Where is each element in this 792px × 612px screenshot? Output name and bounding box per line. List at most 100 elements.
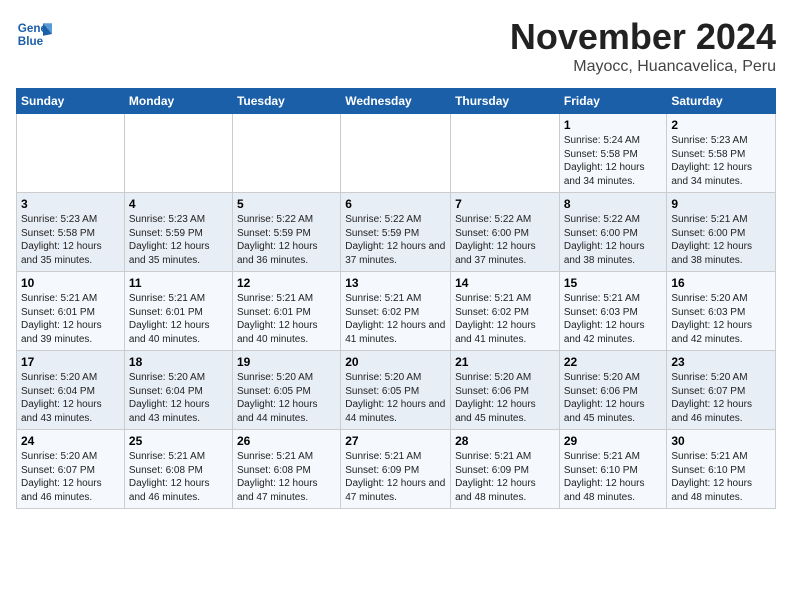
day-number: 10 [21,276,120,290]
day-info: Sunrise: 5:24 AM Sunset: 5:58 PM Dayligh… [564,134,663,188]
day-number: 1 [564,118,663,132]
day-number: 22 [564,355,663,369]
day-number: 8 [564,197,663,211]
weekday-header-sunday: Sunday [17,89,125,114]
calendar-cell: 14 Sunrise: 5:21 AM Sunset: 6:02 PM Dayli… [451,272,560,351]
calendar-cell: 9 Sunrise: 5:21 AM Sunset: 6:00 PM Daylig… [667,193,776,272]
day-info: Sunrise: 5:23 AM Sunset: 5:59 PM Dayligh… [129,213,228,267]
day-info: Sunrise: 5:20 AM Sunset: 6:04 PM Dayligh… [129,371,228,425]
svg-text:Blue: Blue [18,35,44,48]
calendar-cell [17,114,125,193]
day-info: Sunrise: 5:21 AM Sunset: 6:03 PM Dayligh… [564,292,663,346]
day-info: Sunrise: 5:21 AM Sunset: 6:09 PM Dayligh… [455,450,555,504]
day-info: Sunrise: 5:22 AM Sunset: 6:00 PM Dayligh… [564,213,663,267]
day-number: 4 [129,197,228,211]
day-info: Sunrise: 5:21 AM Sunset: 6:10 PM Dayligh… [564,450,663,504]
day-info: Sunrise: 5:20 AM Sunset: 6:05 PM Dayligh… [237,371,336,425]
calendar-cell: 5 Sunrise: 5:22 AM Sunset: 5:59 PM Daylig… [232,193,340,272]
day-info: Sunrise: 5:21 AM Sunset: 6:02 PM Dayligh… [455,292,555,346]
weekday-header-tuesday: Tuesday [232,89,340,114]
day-number: 13 [345,276,446,290]
day-number: 15 [564,276,663,290]
calendar-cell: 6Sunrise: 5:22 AM Sunset: 5:59 PM Daylig… [341,193,451,272]
weekday-header-wednesday: Wednesday [341,89,451,114]
calendar-cell: 27Sunrise: 5:21 AM Sunset: 6:09 PM Dayli… [341,430,451,509]
day-info: Sunrise: 5:23 AM Sunset: 5:58 PM Dayligh… [671,134,771,188]
calendar-cell: 8 Sunrise: 5:22 AM Sunset: 6:00 PM Daylig… [559,193,667,272]
title-block: November 2024 Mayocc, Huancavelica, Peru [510,16,776,76]
calendar-cell: 12 Sunrise: 5:21 AM Sunset: 6:01 PM Dayli… [232,272,340,351]
calendar-cell: 22 Sunrise: 5:20 AM Sunset: 6:06 PM Dayli… [559,351,667,430]
day-number: 5 [237,197,336,211]
day-number: 21 [455,355,555,369]
day-number: 20 [345,355,446,369]
day-info: Sunrise: 5:20 AM Sunset: 6:06 PM Dayligh… [564,371,663,425]
day-number: 28 [455,434,555,448]
calendar-cell: 3Sunrise: 5:23 AM Sunset: 5:58 PM Daylig… [17,193,125,272]
day-number: 2 [671,118,771,132]
day-number: 14 [455,276,555,290]
calendar-cell [232,114,340,193]
day-number: 24 [21,434,120,448]
day-number: 17 [21,355,120,369]
day-info: Sunrise: 5:20 AM Sunset: 6:07 PM Dayligh… [671,371,771,425]
calendar-cell: 16 Sunrise: 5:20 AM Sunset: 6:03 PM Dayli… [667,272,776,351]
calendar-cell: 29 Sunrise: 5:21 AM Sunset: 6:10 PM Dayli… [559,430,667,509]
calendar-table: SundayMondayTuesdayWednesdayThursdayFrid… [16,88,776,509]
calendar-cell: 21 Sunrise: 5:20 AM Sunset: 6:06 PM Dayli… [451,351,560,430]
calendar-cell: 24Sunrise: 5:20 AM Sunset: 6:07 PM Dayli… [17,430,125,509]
calendar-cell: 30 Sunrise: 5:21 AM Sunset: 6:10 PM Dayli… [667,430,776,509]
day-info: Sunrise: 5:21 AM Sunset: 6:08 PM Dayligh… [129,450,228,504]
day-info: Sunrise: 5:21 AM Sunset: 6:08 PM Dayligh… [237,450,336,504]
day-number: 26 [237,434,336,448]
weekday-header-monday: Monday [124,89,232,114]
day-number: 18 [129,355,228,369]
day-number: 12 [237,276,336,290]
calendar-cell: 25 Sunrise: 5:21 AM Sunset: 6:08 PM Dayli… [124,430,232,509]
calendar-cell [124,114,232,193]
calendar-cell [341,114,451,193]
calendar-cell: 4 Sunrise: 5:23 AM Sunset: 5:59 PM Daylig… [124,193,232,272]
location: Mayocc, Huancavelica, Peru [510,58,776,76]
day-info: Sunrise: 5:21 AM Sunset: 6:01 PM Dayligh… [129,292,228,346]
day-info: Sunrise: 5:21 AM Sunset: 6:00 PM Dayligh… [671,213,771,267]
calendar-cell: 17 Sunrise: 5:20 AM Sunset: 6:04 PM Dayli… [17,351,125,430]
day-number: 9 [671,197,771,211]
calendar-cell: 28 Sunrise: 5:21 AM Sunset: 6:09 PM Dayli… [451,430,560,509]
calendar-cell: 23 Sunrise: 5:20 AM Sunset: 6:07 PM Dayli… [667,351,776,430]
calendar-cell: 19 Sunrise: 5:20 AM Sunset: 6:05 PM Dayli… [232,351,340,430]
calendar-cell: 26 Sunrise: 5:21 AM Sunset: 6:08 PM Dayli… [232,430,340,509]
day-info: Sunrise: 5:20 AM Sunset: 6:03 PM Dayligh… [671,292,771,346]
day-number: 25 [129,434,228,448]
calendar-cell: 2 Sunrise: 5:23 AM Sunset: 5:58 PM Daylig… [667,114,776,193]
weekday-header-friday: Friday [559,89,667,114]
day-number: 3 [21,197,120,211]
day-number: 29 [564,434,663,448]
day-number: 7 [455,197,555,211]
month-title: November 2024 [510,16,776,58]
day-info: Sunrise: 5:21 AM Sunset: 6:09 PM Dayligh… [345,450,446,504]
day-number: 19 [237,355,336,369]
day-info: Sunrise: 5:21 AM Sunset: 6:10 PM Dayligh… [671,450,771,504]
day-number: 30 [671,434,771,448]
day-info: Sunrise: 5:20 AM Sunset: 6:06 PM Dayligh… [455,371,555,425]
day-info: Sunrise: 5:21 AM Sunset: 6:02 PM Dayligh… [345,292,446,346]
day-info: Sunrise: 5:20 AM Sunset: 6:04 PM Dayligh… [21,371,120,425]
day-number: 23 [671,355,771,369]
calendar-cell: 18 Sunrise: 5:20 AM Sunset: 6:04 PM Dayli… [124,351,232,430]
day-info: Sunrise: 5:21 AM Sunset: 6:01 PM Dayligh… [21,292,120,346]
calendar-cell: 7 Sunrise: 5:22 AM Sunset: 6:00 PM Daylig… [451,193,560,272]
weekday-header-saturday: Saturday [667,89,776,114]
calendar-cell: 15 Sunrise: 5:21 AM Sunset: 6:03 PM Dayli… [559,272,667,351]
day-info: Sunrise: 5:22 AM Sunset: 6:00 PM Dayligh… [455,213,555,267]
day-number: 6 [345,197,446,211]
day-info: Sunrise: 5:21 AM Sunset: 6:01 PM Dayligh… [237,292,336,346]
calendar-cell: 20Sunrise: 5:20 AM Sunset: 6:05 PM Dayli… [341,351,451,430]
day-info: Sunrise: 5:22 AM Sunset: 5:59 PM Dayligh… [237,213,336,267]
logo: General Blue [16,16,52,52]
calendar-cell: 10 Sunrise: 5:21 AM Sunset: 6:01 PM Dayli… [17,272,125,351]
day-number: 16 [671,276,771,290]
logo-icon: General Blue [16,16,52,52]
weekday-header-thursday: Thursday [451,89,560,114]
calendar-cell: 13 Sunrise: 5:21 AM Sunset: 6:02 PM Dayli… [341,272,451,351]
